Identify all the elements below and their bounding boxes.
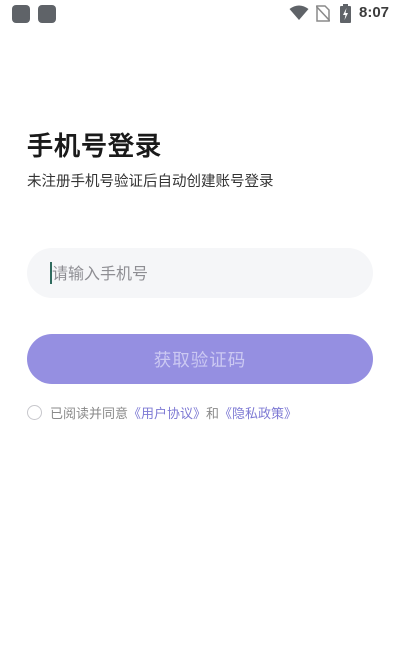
notification-icon — [12, 5, 30, 23]
no-sim-icon — [316, 5, 330, 22]
user-agreement-link[interactable]: 《用户协议》 — [128, 403, 206, 422]
privacy-policy-link[interactable]: 《隐私政策》 — [219, 403, 297, 422]
get-code-button[interactable]: 获取验证码 — [27, 334, 373, 384]
login-screen: 8:07 手机号登录 未注册手机号验证后自动创建账号登录 获取验证码 已阅读并同… — [0, 0, 400, 650]
phone-field[interactable] — [27, 248, 373, 298]
page-title: 手机号登录 — [27, 132, 163, 162]
battery-charging-icon — [340, 4, 351, 23]
wifi-icon — [289, 5, 309, 20]
agreement-prefix: 已阅读并同意 — [50, 406, 129, 422]
status-bar: 8:07 — [0, 0, 400, 28]
status-time: 8:07 — [359, 4, 390, 21]
agreement-row: 已阅读并同意 《用户协议》 和 《隐私政策》 — [27, 403, 297, 422]
agreement-conjunction: 和 — [206, 406, 220, 422]
page-subtitle: 未注册手机号验证后自动创建账号登录 — [27, 174, 274, 190]
phone-input[interactable] — [52, 248, 352, 298]
notification-icon — [38, 5, 56, 23]
agreement-radio[interactable] — [27, 404, 42, 420]
